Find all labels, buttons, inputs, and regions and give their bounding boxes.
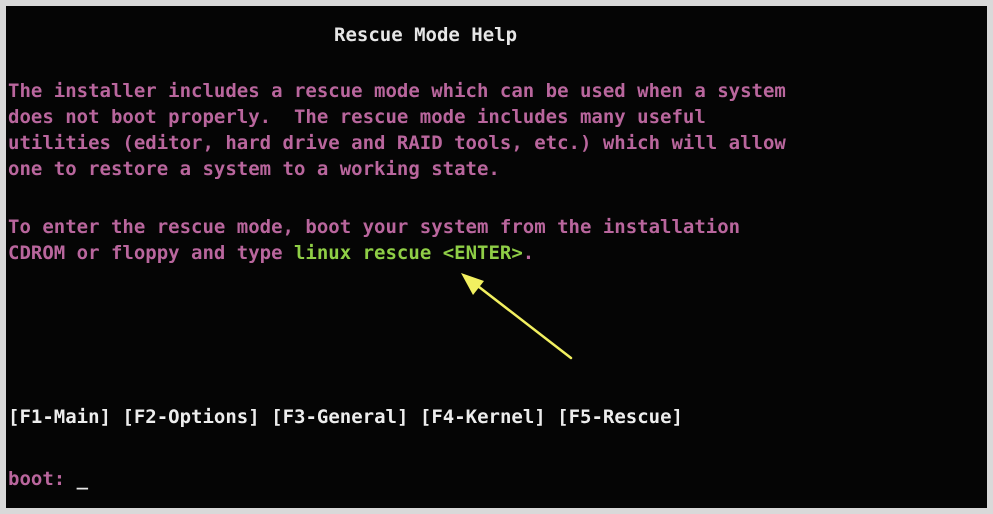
fkey-general[interactable]: [F3-General] xyxy=(271,406,408,428)
boot-prompt-label: boot: xyxy=(8,468,77,490)
fkey-options[interactable]: [F2-Options] xyxy=(122,406,259,428)
function-key-bar: [F1-Main] [F2-Options] [F3-General] [F4-… xyxy=(8,404,683,430)
fkey-main[interactable]: [F1-Main] xyxy=(8,406,111,428)
fkey-kernel[interactable]: [F4-Kernel] xyxy=(420,406,546,428)
console-screen: Rescue Mode Help The installer includes … xyxy=(6,6,987,508)
screenshot-frame: Rescue Mode Help The installer includes … xyxy=(0,0,993,514)
fkey-rescue[interactable]: [F5-Rescue] xyxy=(557,406,683,428)
arrow-icon xyxy=(461,273,573,360)
text-cursor: _ xyxy=(76,468,89,490)
boot-prompt[interactable]: boot: _ xyxy=(8,466,88,492)
